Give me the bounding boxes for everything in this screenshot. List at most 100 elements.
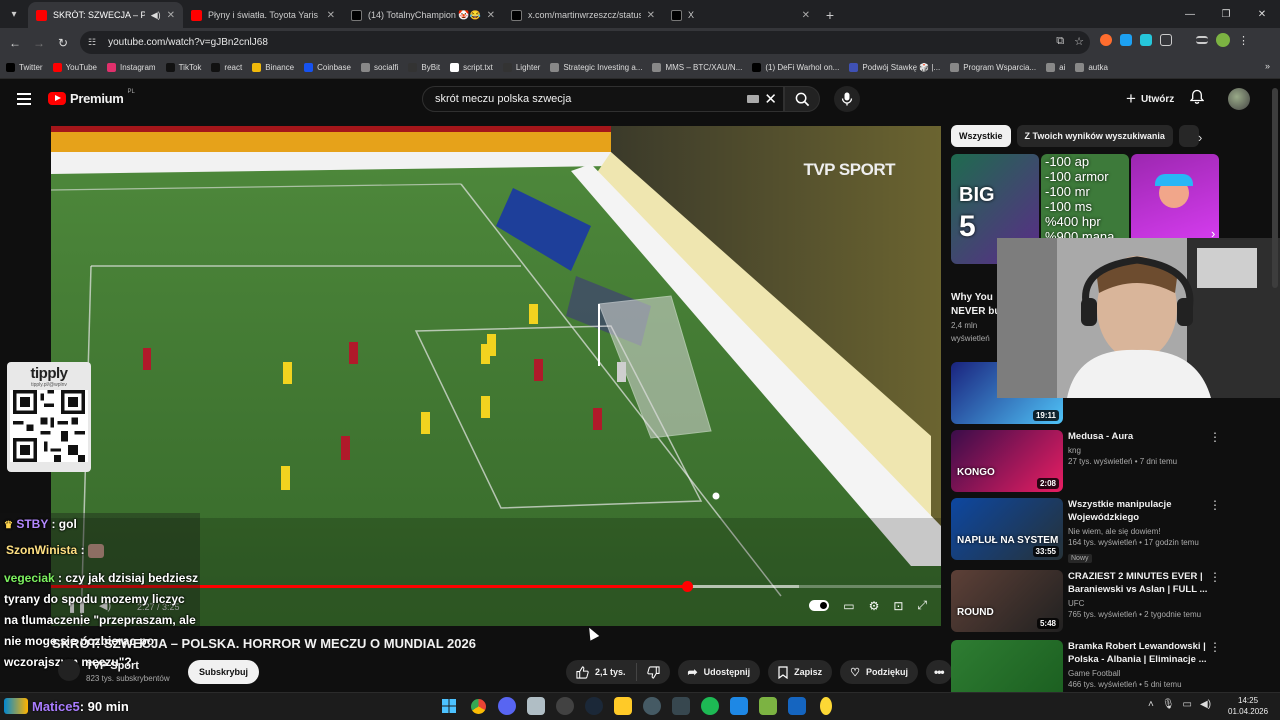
steam-icon[interactable] <box>585 697 603 715</box>
mic-tray-icon[interactable]: 🎙 <box>1162 699 1175 710</box>
rec-partial-why[interactable]: Why You NEVER bu 2,4 mln wyświetleń <box>951 291 1001 345</box>
extensions-puzzle-icon[interactable] <box>1160 34 1172 46</box>
volume-tray-icon[interactable]: ◀) <box>1200 699 1211 710</box>
close-tab-icon[interactable]: ✕ <box>647 10 655 21</box>
bookmarks-overflow-icon[interactable]: » <box>1265 61 1270 71</box>
install-app-icon[interactable]: ⧉ <box>1056 35 1064 48</box>
extension-fox-icon[interactable] <box>1100 34 1112 46</box>
app-x-icon[interactable] <box>788 697 806 715</box>
youtube-logo[interactable]: Premium PL <box>48 89 135 106</box>
chrome-icon[interactable] <box>469 697 487 715</box>
app-record-icon[interactable] <box>556 697 574 715</box>
tab-youtube-active[interactable]: SKRÓT: SZWECJA – POLSKA ◀) ✕ <box>28 2 183 28</box>
clear-search-icon[interactable]: ✕ <box>764 90 777 108</box>
rec-item[interactable]: NAPLUŁ NA SYSTEM 33:55 Wszystkie manipulac… <box>951 498 1271 563</box>
chip-all[interactable]: Wszystkie <box>951 125 1011 147</box>
speaker-icon[interactable]: ◀) <box>151 10 161 21</box>
browser-menu-icon[interactable]: ⋮ <box>1238 34 1249 47</box>
tray-expand-icon[interactable]: ˄ <box>1148 699 1154 710</box>
keyboard-icon[interactable] <box>747 95 759 103</box>
bookmark-item[interactable]: autka <box>1075 63 1108 72</box>
bookmark-item[interactable]: Strategic Investing a... <box>550 63 642 72</box>
page-scrollbar[interactable] <box>1272 88 1278 288</box>
rec-more-icon[interactable]: ⋮ <box>1209 430 1221 444</box>
fullscreen-icon[interactable]: ⤢ <box>917 598 927 613</box>
bookmark-item[interactable]: Coinbase <box>304 63 351 72</box>
bookmark-item[interactable]: MMS – BTC/XAU/N... <box>652 63 742 72</box>
app-network-icon[interactable] <box>672 697 690 715</box>
chip-from-search[interactable]: Z Twoich wyników wyszukiwania <box>1016 125 1173 147</box>
bookmark-item[interactable]: socialfi <box>360 63 398 72</box>
close-tab-icon[interactable]: ✕ <box>487 10 495 21</box>
channel-avatar[interactable] <box>58 659 80 681</box>
rec-more-icon[interactable]: ⋮ <box>1209 498 1221 512</box>
bookmark-item[interactable]: script.txt <box>450 63 493 72</box>
tab-x-champion[interactable]: (14) TotalnyChampion 🤡😂 on X ✕ <box>343 2 503 28</box>
dislike-button[interactable] <box>637 660 670 684</box>
reload-icon[interactable]: ↻ <box>51 36 75 50</box>
settings-gear-icon[interactable]: ⚙ <box>869 599 880 613</box>
bookmark-item[interactable]: Twitter <box>6 63 43 72</box>
app-tool-icon[interactable] <box>527 697 545 715</box>
create-button[interactable]: + Utwórz <box>1116 86 1184 112</box>
close-tab-icon[interactable]: ✕ <box>167 10 175 21</box>
reading-list-icon[interactable] <box>1196 36 1208 44</box>
share-button[interactable]: ➦ Udostępnij <box>677 660 761 684</box>
profile-avatar-icon[interactable] <box>1216 33 1230 47</box>
subtitles-icon[interactable]: ▭ <box>843 599 854 613</box>
spotify-icon[interactable] <box>701 697 719 715</box>
close-tab-icon[interactable]: ✕ <box>327 10 335 21</box>
tab-search-icon[interactable]: ▾ <box>0 0 28 28</box>
close-tab-icon[interactable]: ✕ <box>802 10 810 21</box>
bookmark-star-icon[interactable]: ☆ <box>1074 35 1084 48</box>
back-icon[interactable]: ← <box>3 36 27 50</box>
notifications-button[interactable] <box>1189 89 1205 110</box>
channel-name[interactable]: TVP Sport <box>86 660 139 672</box>
bookmark-item[interactable]: react <box>211 63 242 72</box>
rec-item[interactable]: ROUND 5:48 CRAZIEST 2 MINUTES EVER | Baran… <box>951 570 1271 632</box>
channel-info[interactable]: TVP Sport 823 tys. subskrybentów <box>58 657 183 687</box>
rec-more-icon[interactable]: ⋮ <box>1209 640 1221 654</box>
bookmark-item[interactable]: Program Wsparcia... <box>950 63 1036 72</box>
bookmark-item[interactable]: Lighter <box>502 63 540 72</box>
bookmark-item[interactable]: TikTok <box>165 63 201 72</box>
search-button[interactable] <box>784 86 820 112</box>
chips-next-icon[interactable]: › <box>1198 130 1202 145</box>
forward-icon[interactable]: → <box>27 36 51 50</box>
file-explorer-icon[interactable] <box>614 697 632 715</box>
more-actions-button[interactable]: ••• <box>926 660 952 684</box>
maximize-icon[interactable]: ❐ <box>1208 0 1244 28</box>
save-button[interactable]: Zapisz <box>768 660 833 684</box>
system-clock[interactable]: 14:25 01.04.2026 <box>1228 695 1268 717</box>
windows-start-icon[interactable] <box>440 697 458 715</box>
like-button[interactable]: 2,1 tys. <box>566 660 636 684</box>
extension-blue-icon[interactable] <box>1120 34 1132 46</box>
menu-icon[interactable] <box>17 93 31 105</box>
discord-icon[interactable] <box>498 697 516 715</box>
subscribe-button[interactable]: Subskrybuj <box>188 660 260 684</box>
minimize-icon[interactable]: — <box>1172 0 1208 28</box>
bookmark-item[interactable]: Podwój Stawkę 🎲 |... <box>849 63 940 72</box>
app-c-icon[interactable] <box>643 697 661 715</box>
tab-toyota[interactable]: Płyny i światła. Toyota Yaris III ✕ <box>183 2 343 28</box>
new-tab-icon[interactable]: + <box>818 2 842 28</box>
bookmark-item[interactable]: ByBit <box>408 63 440 72</box>
autoplay-toggle[interactable] <box>809 600 830 611</box>
rec-more-icon[interactable]: ⋮ <box>1209 570 1221 584</box>
app-tag-icon[interactable] <box>820 697 832 715</box>
search-input[interactable]: skrót meczu polska szwecja ✕ <box>422 86 784 112</box>
bookmark-item[interactable]: Binance <box>252 63 294 72</box>
thanks-button[interactable]: ♡ Podziękuj <box>840 660 918 684</box>
chip-partial[interactable] <box>1178 125 1199 147</box>
tab-x[interactable]: X ✕ <box>663 2 818 28</box>
miniplayer-icon[interactable]: ⊡ <box>893 599 903 613</box>
bookmark-item[interactable]: YouTube <box>52 63 97 72</box>
rec-item[interactable]: KONGO 2:08 Medusa - Aura kng 27 tys. wyświet… <box>951 430 1271 492</box>
bookmark-item[interactable]: Instagram <box>107 63 156 72</box>
app-game-icon[interactable] <box>759 697 777 715</box>
account-avatar[interactable] <box>1228 88 1250 110</box>
close-window-icon[interactable]: ✕ <box>1244 0 1280 28</box>
app-ticket-icon[interactable] <box>730 697 748 715</box>
bookmark-item[interactable]: ai <box>1046 63 1065 72</box>
bookmark-item[interactable]: (1) DeFi Warhol on... <box>752 63 839 72</box>
